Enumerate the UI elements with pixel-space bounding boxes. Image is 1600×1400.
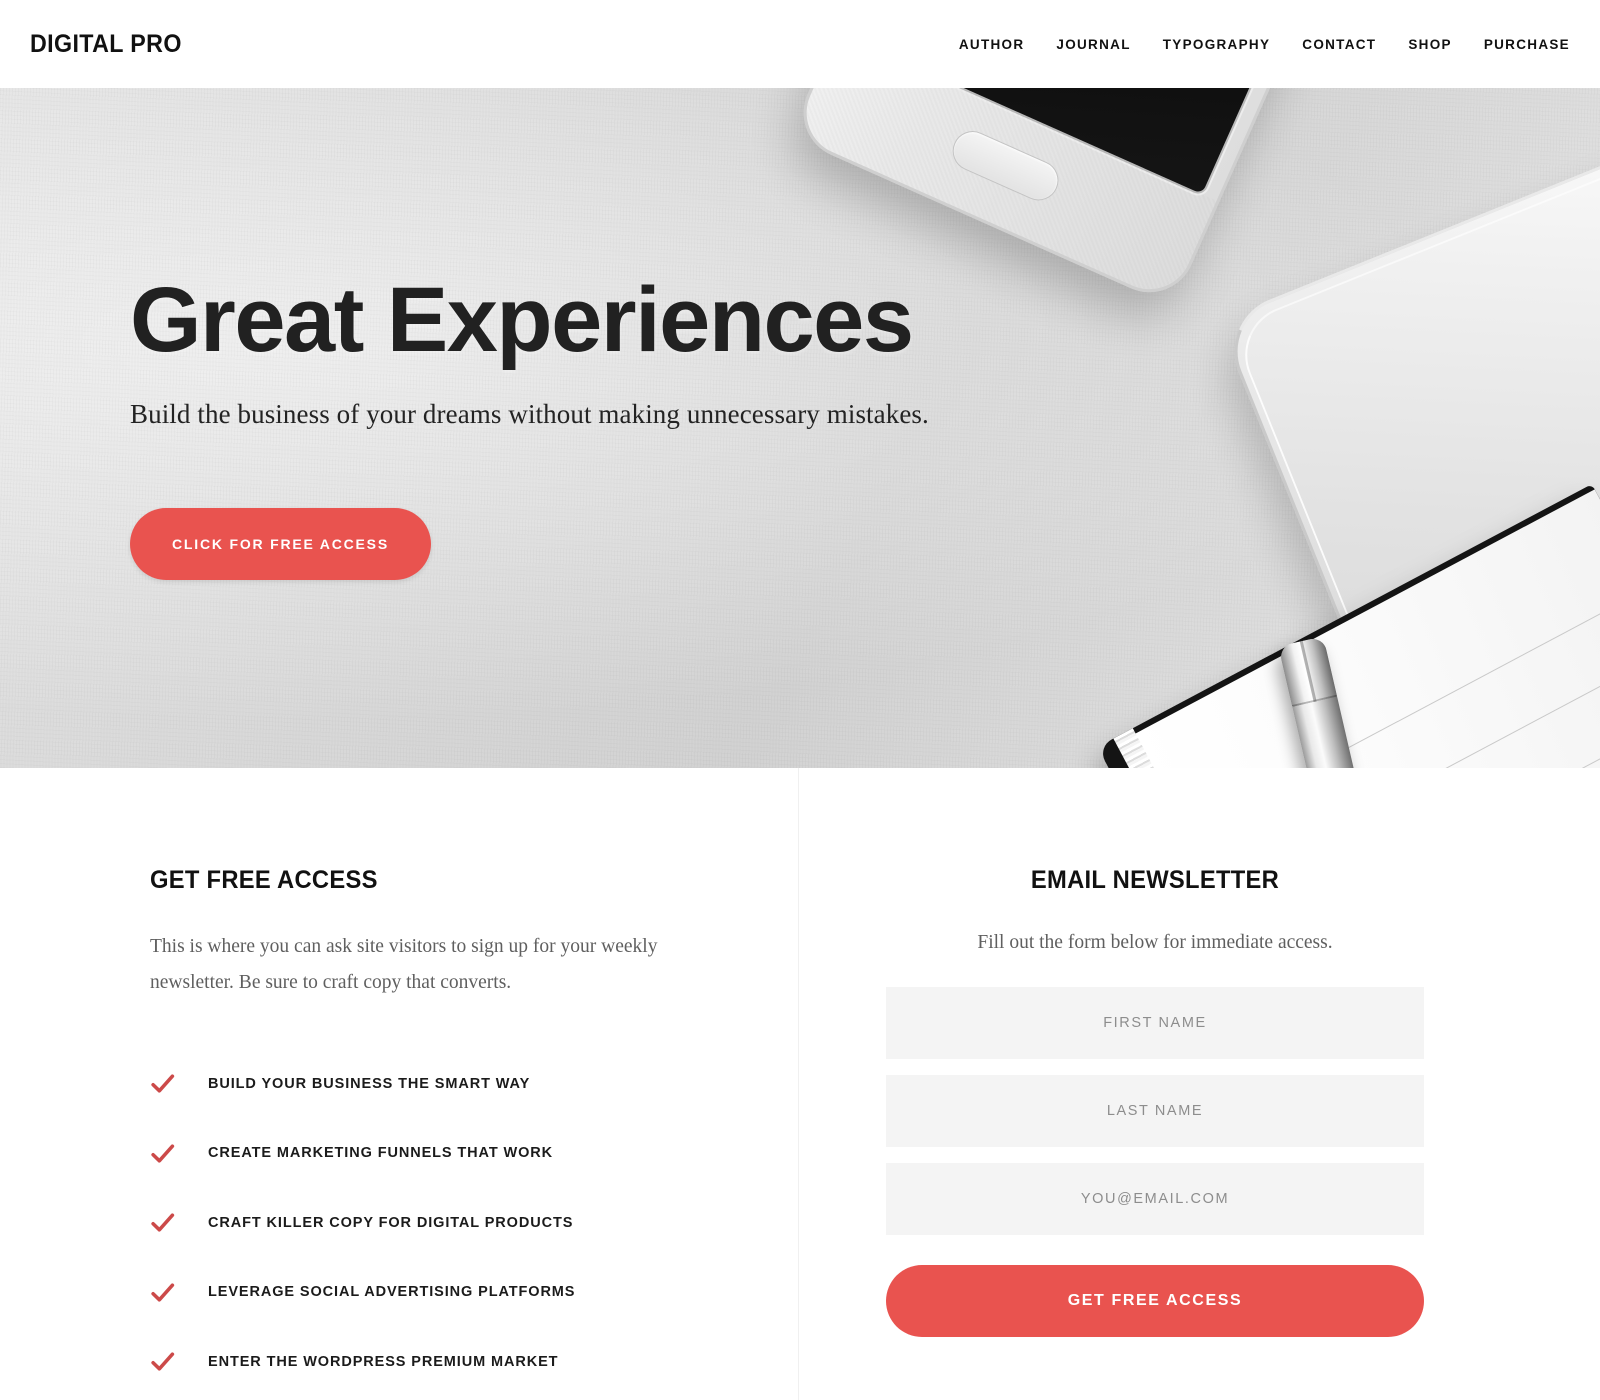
first-name-input[interactable]: [886, 987, 1424, 1060]
email-input[interactable]: [886, 1163, 1424, 1236]
hero-title: Great Experiences: [130, 269, 914, 371]
primary-navigation: AUTHOR JOURNAL TYPOGRAPHY CONTACT SHOP P…: [943, 37, 1570, 52]
last-name-input[interactable]: [886, 1075, 1424, 1148]
nav-item-purchase[interactable]: PURCHASE: [1468, 37, 1570, 52]
list-item-label: Build Your Business The Smart Way: [208, 1075, 531, 1092]
hero-section: Great Experiences Build the business of …: [0, 88, 1600, 768]
list-item-label: Create Marketing Funnels That Work: [208, 1145, 554, 1162]
hero-cta-button[interactable]: Click For Free Access: [130, 508, 431, 581]
newsletter-form: Get Free Access: [886, 987, 1424, 1338]
optin-section: Get Free Access This is where you can as…: [0, 768, 1600, 1400]
benefits-checklist: Build Your Business The Smart Way Create…: [150, 1049, 698, 1397]
nav-item-contact[interactable]: CONTACT: [1286, 37, 1392, 52]
list-item-label: Craft Killer Copy For Digital Products: [208, 1214, 574, 1231]
check-icon: [151, 1144, 175, 1163]
check-icon: [151, 1352, 175, 1371]
get-free-access-heading: Get Free Access: [150, 866, 378, 894]
get-free-access-submit-button[interactable]: Get Free Access: [886, 1265, 1424, 1338]
list-item-label: Leverage Social Advertising Platforms: [208, 1284, 576, 1301]
check-icon: [151, 1074, 175, 1093]
optin-left-column: Get Free Access This is where you can as…: [0, 768, 798, 1400]
list-item: Build Your Business The Smart Way: [150, 1049, 698, 1119]
optin-right-column: Email Newsletter Fill out the form below…: [798, 768, 1600, 1400]
list-item: Enter The WordPress Premium Market: [150, 1327, 698, 1397]
list-item: Craft Killer Copy For Digital Products: [150, 1188, 698, 1258]
nav-item-author[interactable]: AUTHOR: [943, 37, 1041, 52]
list-item: Create Marketing Funnels That Work: [150, 1119, 698, 1189]
hero-copy: Great Experiences Build the business of …: [0, 88, 1600, 581]
get-free-access-paragraph: This is where you can ask site visitors …: [150, 936, 658, 994]
nav-item-typography[interactable]: TYPOGRAPHY: [1147, 37, 1287, 52]
check-icon: [151, 1283, 175, 1302]
site-header: DIGITAL PRO AUTHOR JOURNAL TYPOGRAPHY CO…: [0, 0, 1600, 88]
list-item: Leverage Social Advertising Platforms: [150, 1258, 698, 1328]
list-item-label: Enter The WordPress Premium Market: [208, 1353, 559, 1370]
nav-item-journal[interactable]: JOURNAL: [1040, 37, 1146, 52]
email-newsletter-paragraph: Fill out the form below for immediate ac…: [977, 932, 1333, 953]
hero-subtitle: Build the business of your dreams withou…: [130, 399, 929, 429]
site-logo[interactable]: DIGITAL PRO: [30, 30, 182, 59]
email-newsletter-heading: Email Newsletter: [1030, 866, 1280, 894]
check-icon: [151, 1213, 175, 1232]
nav-item-shop[interactable]: SHOP: [1392, 37, 1467, 52]
